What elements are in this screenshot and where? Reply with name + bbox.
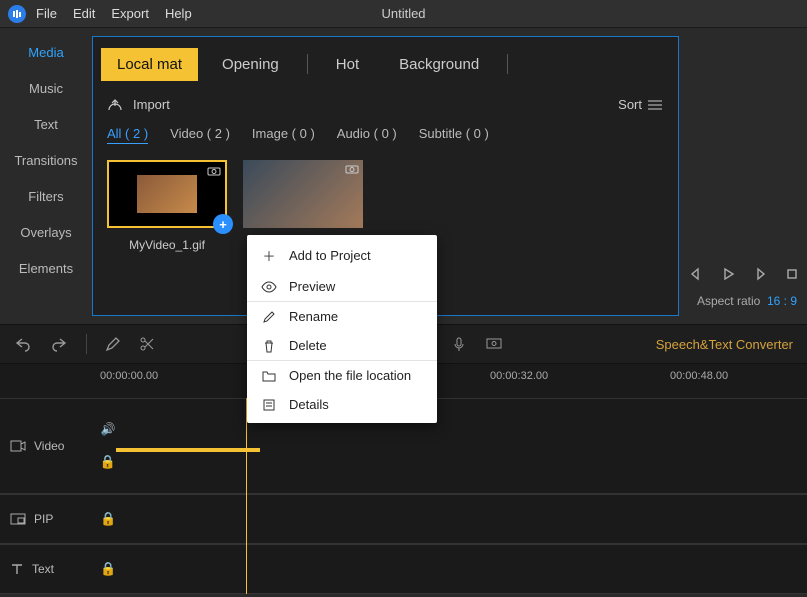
ctx-label: Rename bbox=[289, 309, 338, 324]
tab-separator bbox=[507, 54, 508, 74]
menu-export[interactable]: Export bbox=[111, 6, 149, 21]
import-icon bbox=[107, 98, 123, 112]
sort-button[interactable]: Sort bbox=[618, 97, 664, 112]
ctx-rename[interactable]: Rename bbox=[247, 302, 437, 331]
tab-background[interactable]: Background bbox=[383, 48, 495, 81]
title-bar: File Edit Export Help Untitled bbox=[0, 0, 807, 28]
lock-icon[interactable]: 🔒 bbox=[100, 511, 116, 527]
pencil-icon bbox=[261, 310, 277, 324]
track-label: Video bbox=[34, 439, 64, 453]
nav-overlays[interactable]: Overlays bbox=[0, 214, 92, 250]
tab-opening[interactable]: Opening bbox=[206, 48, 295, 81]
ruler-time: 00:00:48.00 bbox=[670, 370, 728, 382]
nav-transitions[interactable]: Transitions bbox=[0, 142, 92, 178]
playhead[interactable] bbox=[246, 398, 247, 594]
menu-help[interactable]: Help bbox=[165, 6, 192, 21]
ctx-label: Preview bbox=[289, 279, 335, 294]
nav-media[interactable]: Media bbox=[0, 34, 92, 70]
camera-icon bbox=[207, 166, 221, 176]
track-pip: PIP 🔒 bbox=[0, 494, 807, 544]
camera-icon bbox=[345, 164, 359, 174]
filter-audio[interactable]: Audio ( 0 ) bbox=[337, 126, 397, 144]
menu-edit[interactable]: Edit bbox=[73, 6, 95, 21]
screen-record-button[interactable] bbox=[485, 336, 503, 352]
split-button[interactable] bbox=[139, 336, 155, 352]
stop-button[interactable] bbox=[784, 266, 800, 282]
ctx-details[interactable]: Details bbox=[247, 390, 437, 419]
preview-controls: Aspect ratio 16 : 9 bbox=[687, 28, 807, 316]
nav-elements[interactable]: Elements bbox=[0, 250, 92, 286]
ruler-time: 00:00:32.00 bbox=[490, 370, 548, 382]
nav-music[interactable]: Music bbox=[0, 70, 92, 106]
filter-subtitle[interactable]: Subtitle ( 0 ) bbox=[419, 126, 489, 144]
edit-tool-button[interactable] bbox=[105, 336, 121, 352]
ctx-label: Details bbox=[289, 397, 329, 412]
filter-image[interactable]: Image ( 0 ) bbox=[252, 126, 315, 144]
context-menu: ＋ Add to Project Preview Rename Delete O… bbox=[247, 235, 437, 423]
play-button[interactable] bbox=[720, 266, 736, 282]
ctx-label: Add to Project bbox=[289, 248, 371, 263]
tab-separator bbox=[307, 54, 308, 74]
menu-file[interactable]: File bbox=[36, 6, 57, 21]
media-item[interactable]: + MyVideo_1.gif bbox=[107, 160, 227, 252]
next-frame-button[interactable] bbox=[752, 266, 768, 282]
media-item-label: MyVideo_1.gif bbox=[107, 228, 227, 252]
lock-icon[interactable]: 🔒 bbox=[100, 561, 116, 577]
track-label: PIP bbox=[34, 512, 53, 526]
aspect-ratio-value: 16 : 9 bbox=[767, 294, 797, 308]
import-label: Import bbox=[133, 97, 170, 112]
prev-frame-button[interactable] bbox=[688, 266, 704, 282]
timeline-clip[interactable]: MyVideo_1.gif bbox=[116, 448, 260, 452]
thumbnail-image bbox=[137, 175, 197, 213]
sort-label: Sort bbox=[618, 97, 642, 112]
nav-filters[interactable]: Filters bbox=[0, 178, 92, 214]
app-menu: File Edit Export Help bbox=[32, 6, 192, 21]
ctx-preview[interactable]: Preview bbox=[247, 272, 437, 301]
import-button[interactable]: Import bbox=[107, 97, 170, 112]
left-nav: Media Music Text Transitions Filters Ove… bbox=[0, 28, 92, 316]
plus-icon: ＋ bbox=[261, 246, 277, 265]
media-thumbnail[interactable]: + bbox=[107, 160, 227, 228]
app-logo-icon bbox=[8, 5, 26, 23]
redo-button[interactable] bbox=[50, 336, 68, 352]
timeline: Video 🔊 🔒 MyVideo_1.gif PIP 🔒 Text 🔒 bbox=[0, 398, 807, 594]
filter-video[interactable]: Video ( 2 ) bbox=[170, 126, 230, 144]
details-icon bbox=[261, 398, 277, 412]
folder-icon bbox=[261, 370, 277, 382]
eye-icon bbox=[261, 281, 277, 293]
ctx-label: Delete bbox=[289, 338, 327, 353]
ctx-add-to-project[interactable]: ＋ Add to Project bbox=[247, 239, 437, 272]
video-track-icon bbox=[10, 440, 26, 452]
lock-icon[interactable]: 🔒 bbox=[100, 454, 116, 470]
toolbar-separator bbox=[86, 334, 87, 354]
media-thumbnail[interactable] bbox=[243, 160, 363, 228]
voiceover-button[interactable] bbox=[451, 336, 467, 352]
ctx-delete[interactable]: Delete bbox=[247, 331, 437, 360]
pip-track-icon bbox=[10, 513, 26, 525]
track-label: Text bbox=[32, 562, 54, 576]
undo-button[interactable] bbox=[14, 336, 32, 352]
category-tabs: Local mat Opening Hot Background bbox=[93, 37, 678, 81]
speech-text-converter[interactable]: Speech&Text Converter bbox=[656, 337, 793, 352]
aspect-ratio-label: Aspect ratio bbox=[697, 294, 760, 308]
volume-icon[interactable]: 🔊 bbox=[101, 422, 116, 436]
add-to-timeline-icon[interactable]: + bbox=[213, 214, 233, 234]
ruler-time: 00:00:00.00 bbox=[100, 370, 158, 382]
media-filter-row: All ( 2 ) Video ( 2 ) Image ( 0 ) Audio … bbox=[93, 118, 678, 154]
filter-all[interactable]: All ( 2 ) bbox=[107, 126, 148, 144]
tab-local-material[interactable]: Local mat bbox=[101, 48, 198, 81]
track-text: Text 🔒 bbox=[0, 544, 807, 594]
text-track-icon bbox=[10, 562, 24, 576]
nav-text[interactable]: Text bbox=[0, 106, 92, 142]
list-icon bbox=[648, 99, 664, 111]
trash-icon bbox=[261, 339, 277, 353]
window-title: Untitled bbox=[381, 6, 425, 21]
tab-hot[interactable]: Hot bbox=[320, 48, 375, 81]
ctx-label: Open the file location bbox=[289, 368, 411, 383]
ctx-open-location[interactable]: Open the file location bbox=[247, 361, 437, 390]
aspect-ratio[interactable]: Aspect ratio 16 : 9 bbox=[697, 294, 797, 308]
